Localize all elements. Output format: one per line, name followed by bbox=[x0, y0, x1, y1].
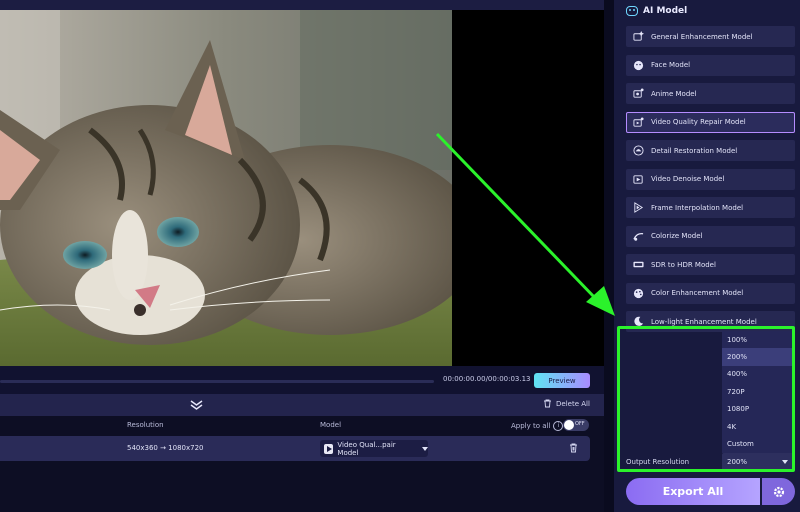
model-list: General Enhancement Model Face Model Anime… bbox=[626, 26, 795, 340]
export-settings-button[interactable] bbox=[762, 478, 795, 505]
model-option-video-quality-repair-model[interactable]: Video Quality Repair Model bbox=[626, 111, 795, 133]
preview-button[interactable]: Preview bbox=[534, 373, 590, 388]
timecode: 00:00:00.00/00:00:03.13 bbox=[443, 375, 531, 383]
video-frame-image bbox=[0, 10, 452, 366]
panel-title: AI Model bbox=[626, 6, 687, 16]
apply-to-all: Apply to all i bbox=[511, 421, 564, 431]
caret-down-icon bbox=[782, 460, 788, 464]
resolution-dropdown: 100% 200% 400% 720P 1080P 4K Custom bbox=[722, 331, 795, 453]
model-option-video-denoise-model[interactable]: Video Denoise Model bbox=[626, 168, 795, 190]
hdr-icon bbox=[633, 261, 644, 268]
face-icon bbox=[633, 60, 644, 70]
timeline-scrubber[interactable] bbox=[0, 380, 434, 383]
model-header: Model bbox=[320, 421, 342, 429]
row-model-select[interactable]: Video Qual...pair Model bbox=[320, 440, 428, 457]
resolution-option[interactable]: 200% bbox=[722, 348, 795, 366]
sparkle-image-icon bbox=[633, 31, 644, 41]
model-option-detail-restoration-model[interactable]: Detail Restoration Model bbox=[626, 140, 795, 161]
caret-down-icon bbox=[422, 446, 428, 451]
trash-icon[interactable] bbox=[569, 443, 578, 453]
resolution-option[interactable]: 4K bbox=[722, 418, 795, 435]
apply-to-all-toggle[interactable]: OFF bbox=[563, 419, 589, 431]
toggle-knob bbox=[564, 420, 574, 430]
trash-icon bbox=[544, 399, 551, 408]
model-option-label: Colorize Model bbox=[651, 232, 703, 240]
info-icon[interactable]: i bbox=[553, 421, 564, 431]
delete-all-label: Delete All bbox=[556, 399, 590, 408]
detail-icon bbox=[633, 145, 644, 156]
apply-to-all-label: Apply to all bbox=[511, 422, 551, 430]
file-list-header: Resolution Model Apply to all i OFF bbox=[0, 416, 604, 436]
panel-divider bbox=[604, 0, 614, 512]
model-option-label: Color Enhancement Model bbox=[651, 289, 744, 297]
denoise-icon bbox=[633, 174, 643, 184]
model-option-low-light-enhancement-model[interactable]: Low-light Enhancement Model bbox=[626, 311, 795, 332]
panel-title-text: AI Model bbox=[643, 6, 688, 16]
resolution-option[interactable]: 100% bbox=[722, 331, 795, 348]
model-option-general-enhancement-model[interactable]: General Enhancement Model bbox=[626, 26, 795, 47]
output-resolution-select[interactable]: 200% bbox=[722, 453, 795, 471]
export-all-button[interactable]: Export All bbox=[626, 478, 760, 505]
model-option-label: Face Model bbox=[651, 61, 691, 69]
row-resolution: 540x360 → 1080x720 bbox=[127, 444, 204, 452]
output-resolution-value: 200% bbox=[727, 458, 748, 466]
model-option-colorize-model[interactable]: Colorize Model bbox=[626, 225, 795, 247]
video-icon bbox=[324, 443, 334, 454]
resolution-header: Resolution bbox=[127, 421, 164, 429]
resolution-option[interactable]: 400% bbox=[722, 366, 795, 383]
delete-all-button[interactable]: Delete All bbox=[543, 399, 590, 408]
model-option-label: Video Quality Repair Model bbox=[651, 118, 746, 126]
cat-photo bbox=[0, 10, 452, 366]
frames-icon bbox=[634, 202, 644, 213]
model-option-label: Detail Restoration Model bbox=[651, 146, 738, 155]
resolution-option[interactable]: 720P bbox=[722, 383, 795, 400]
moon-icon bbox=[634, 316, 644, 326]
top-strip bbox=[0, 0, 604, 10]
model-option-anime-model[interactable]: Anime Model bbox=[626, 83, 795, 104]
file-list-empty-area bbox=[0, 461, 604, 512]
model-option-label: Video Denoise Model bbox=[651, 175, 725, 183]
model-option-color-enhancement-model[interactable]: Color Enhancement Model bbox=[626, 282, 795, 304]
chevron-down-icon[interactable] bbox=[190, 400, 203, 410]
model-option-sdr-to-hdr-model[interactable]: SDR to HDR Model bbox=[626, 254, 795, 275]
resolution-option[interactable]: Custom bbox=[722, 435, 795, 452]
palette-icon bbox=[633, 288, 644, 298]
colorize-icon bbox=[633, 232, 644, 241]
row-model-value: Video Qual...pair Model bbox=[337, 440, 396, 457]
video-repair-icon bbox=[633, 116, 644, 127]
anime-icon bbox=[633, 88, 644, 98]
resolution-option[interactable]: 1080P bbox=[722, 401, 795, 418]
model-option-label: General Enhancement Model bbox=[651, 32, 753, 41]
gear-icon bbox=[773, 486, 784, 497]
model-option-frame-interpolation-model[interactable]: Frame Interpolation Model bbox=[626, 197, 795, 218]
robot-icon bbox=[626, 6, 638, 16]
file-list-toolbar: Delete All bbox=[0, 394, 604, 416]
table-row[interactable]: 540x360 → 1080x720 Video Qual...pair Mod… bbox=[0, 436, 590, 461]
model-option-label: Anime Model bbox=[651, 89, 697, 98]
model-option-label: Frame Interpolation Model bbox=[651, 203, 744, 212]
model-option-label: Low-light Enhancement Model bbox=[651, 317, 757, 326]
model-option-label: SDR to HDR Model bbox=[651, 260, 716, 269]
toggle-state: OFF bbox=[575, 421, 585, 427]
model-option-face-model[interactable]: Face Model bbox=[626, 54, 795, 76]
output-resolution-label: Output Resolution bbox=[626, 458, 690, 466]
